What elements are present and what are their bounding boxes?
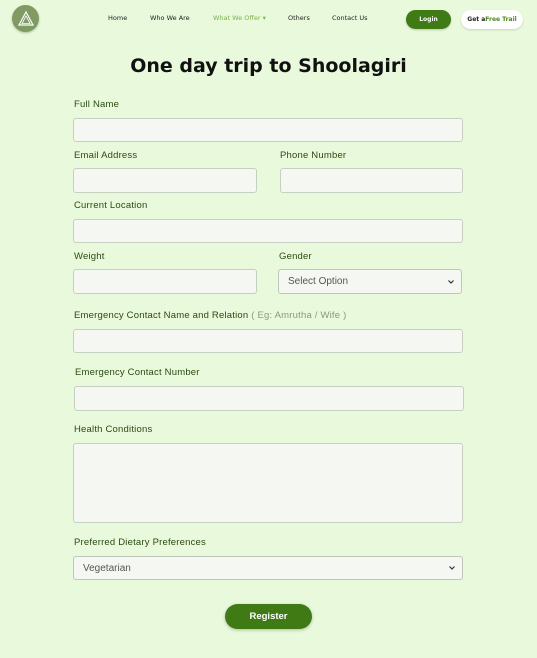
health-textarea[interactable] [73, 443, 463, 523]
emergency-name-hint: ( Eg: Amrutha / Wife ) [251, 310, 347, 321]
full-name-input[interactable] [73, 118, 463, 142]
nav-others[interactable]: Others [288, 14, 310, 22]
phone-input[interactable] [280, 168, 463, 193]
gender-select[interactable]: Select Option [278, 269, 462, 294]
register-button[interactable]: Register [225, 604, 312, 629]
diet-select[interactable]: Vegetarian [73, 556, 463, 580]
free-trial-prefix: Get a [467, 16, 486, 23]
chevron-down-icon [448, 279, 454, 284]
health-label: Health Conditions [74, 424, 153, 435]
full-name-label: Full Name [74, 99, 120, 110]
email-input[interactable] [73, 168, 257, 193]
weight-input[interactable] [73, 269, 257, 294]
emergency-number-label: Emergency Contact Number [75, 367, 200, 378]
emergency-name-label-text: Emergency Contact Name and Relation [74, 310, 249, 321]
free-trial-highlight: Free Trail [485, 16, 517, 23]
chevron-down-icon: ▾ [262, 14, 266, 22]
chevron-down-icon [449, 566, 455, 570]
email-label: Email Address [74, 150, 138, 161]
nav-home[interactable]: Home [108, 14, 127, 22]
diet-label: Preferred Dietary Preferences [74, 537, 206, 548]
emergency-name-input[interactable] [73, 329, 463, 353]
page-title: One day trip to Shoolagiri [130, 55, 407, 77]
location-label: Current Location [74, 200, 148, 211]
free-trial-button[interactable]: Get a Free Trail [461, 10, 523, 29]
login-button[interactable]: Login [406, 10, 451, 29]
emergency-name-label: Emergency Contact Name and Relation ( Eg… [74, 310, 346, 321]
logo-icon[interactable] [12, 5, 39, 32]
gender-select-value: Select Option [288, 276, 349, 287]
phone-label: Phone Number [280, 150, 347, 161]
weight-label: Weight [74, 251, 105, 262]
nav-contact-us[interactable]: Contact Us [332, 14, 368, 22]
emergency-number-input[interactable] [74, 386, 464, 411]
nav-what-we-offer-label: What We Offer [213, 14, 261, 22]
nav-what-we-offer[interactable]: What We Offer ▾ [213, 14, 266, 22]
location-input[interactable] [73, 219, 463, 243]
diet-select-value: Vegetarian [83, 562, 131, 574]
gender-label: Gender [279, 251, 312, 262]
nav-who-we-are[interactable]: Who We Are [150, 14, 190, 22]
top-navigation: Home Who We Are What We Offer ▾ Others C… [0, 0, 537, 40]
